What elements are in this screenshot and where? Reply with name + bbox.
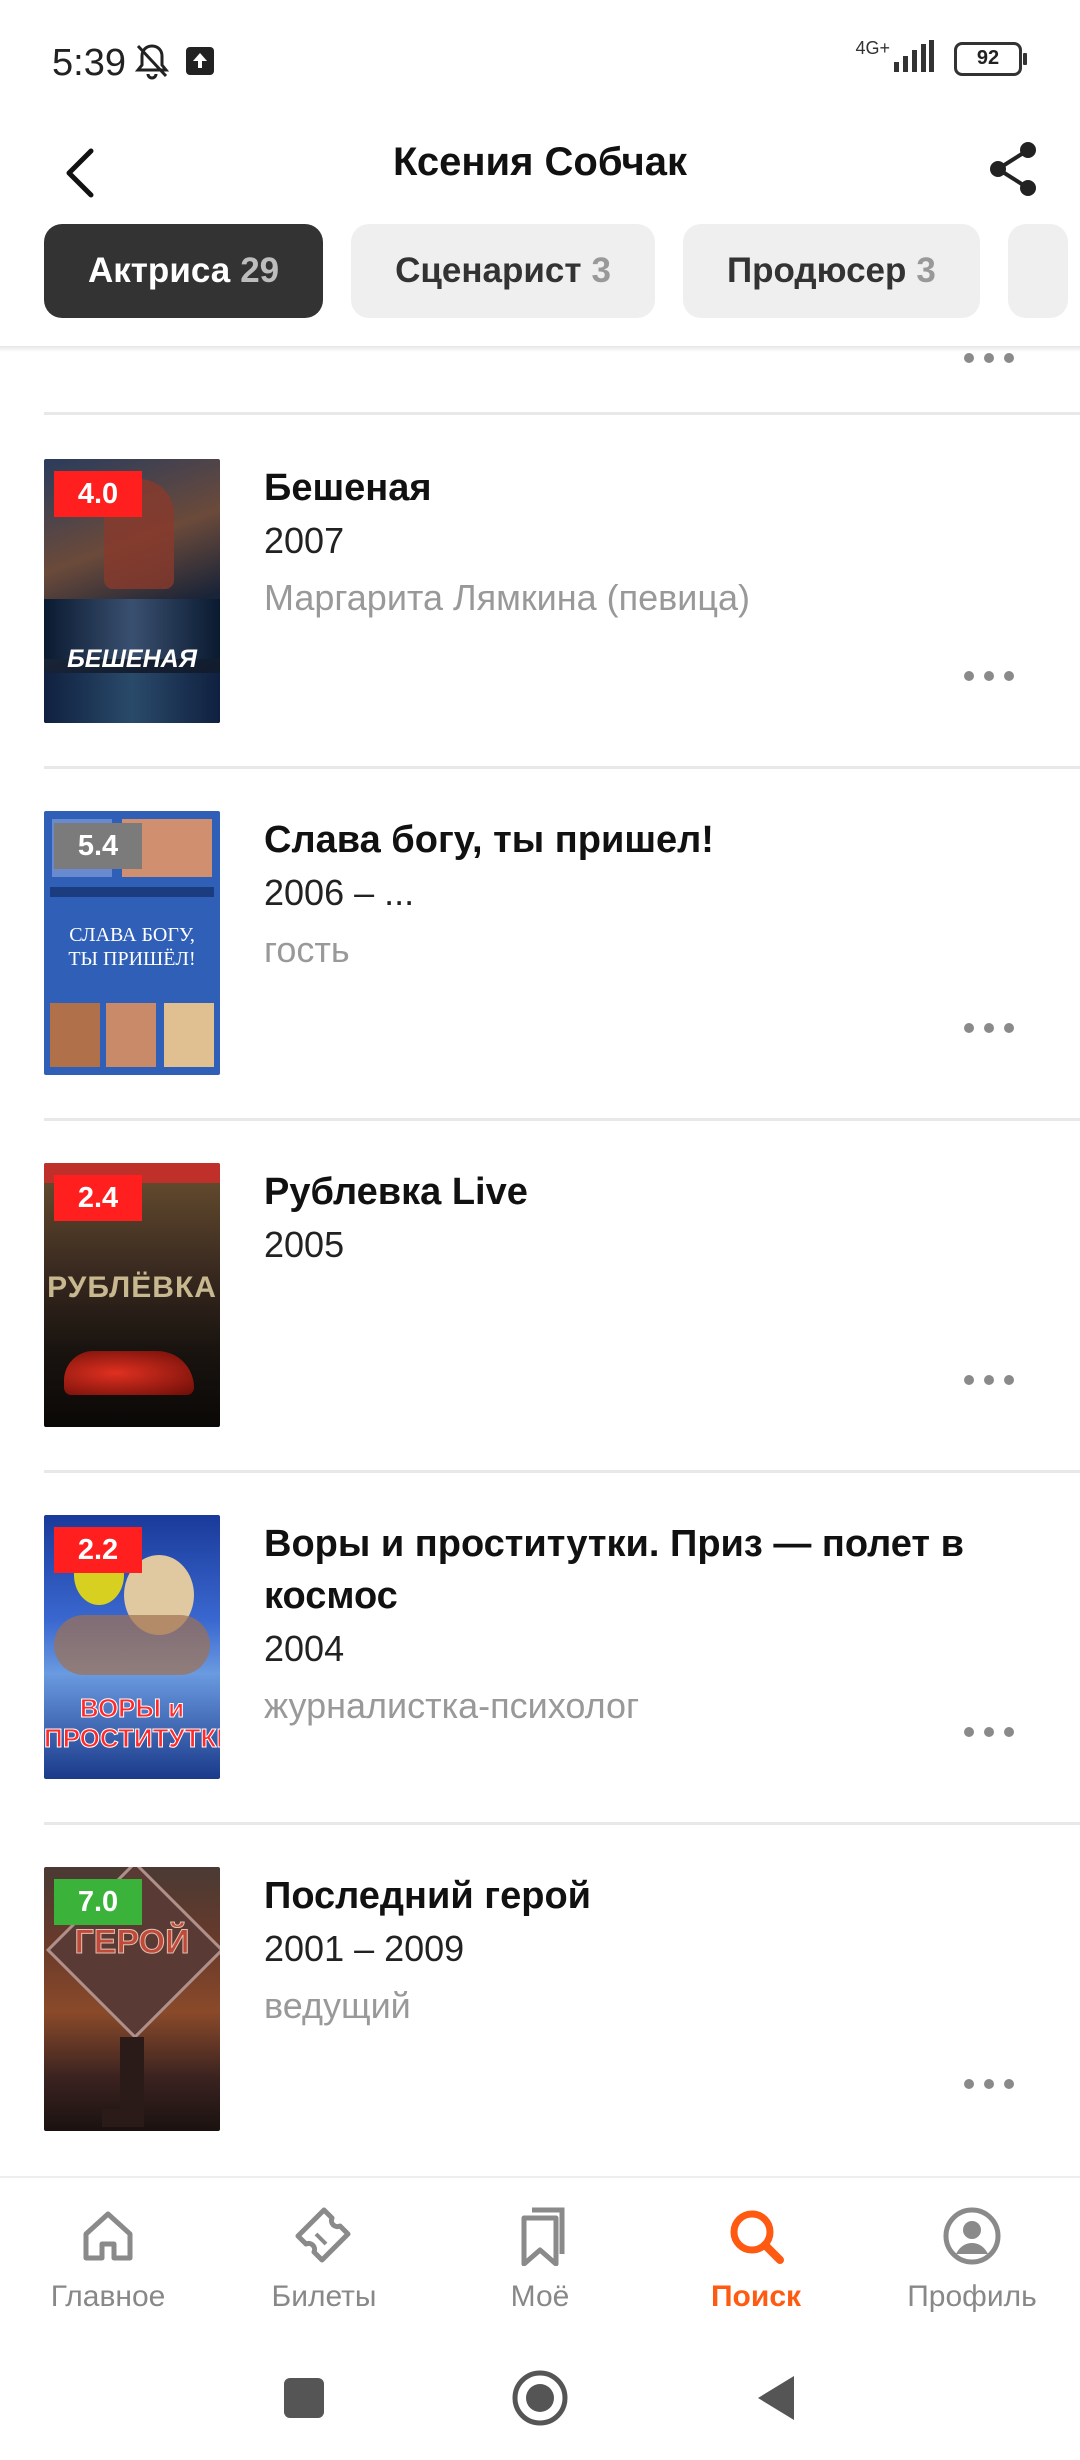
system-nav-bar xyxy=(0,2336,1080,2460)
bottom-nav: Главное Билеты Моё Поиск Профиль xyxy=(0,2176,1080,2338)
film-title: Последний герой xyxy=(264,1875,592,1917)
status-time: 5:39 xyxy=(52,42,126,84)
list-item[interactable]: ГЕРОЙ 7.0 Последний герой 2001 – 2009 ве… xyxy=(0,1822,1080,2174)
tab-screenwriter[interactable]: Сценарист 3 xyxy=(351,224,655,318)
circle-icon xyxy=(512,2370,568,2426)
more-options-button[interactable] xyxy=(964,2074,1014,2094)
list-item[interactable]: РУБЛЁВКА 2.4 Рублевка Live 2005 xyxy=(0,1118,1080,1470)
battery-icon: 92 xyxy=(954,41,1027,76)
poster-image: ГЕРОЙ 7.0 xyxy=(44,1867,220,2131)
poster-image: БЕШЕНАЯ 4.0 xyxy=(44,459,220,723)
film-year: 2005 xyxy=(264,1224,345,1265)
home-icon xyxy=(76,2204,140,2268)
more-options-button[interactable] xyxy=(964,348,1014,368)
list-item[interactable]: СЛАВА БОГУ, ТЫ ПРИШЁЛ! 5.4 Слава богу, т… xyxy=(0,766,1080,1118)
profile-icon xyxy=(940,2204,1004,2268)
tab-producer[interactable]: Продюсер 3 xyxy=(682,224,980,318)
poster-image: СЛАВА БОГУ, ТЫ ПРИШЁЛ! 5.4 xyxy=(44,811,220,1075)
rating-badge: 7.0 xyxy=(54,1879,142,1925)
film-year: 2007 xyxy=(264,520,345,561)
more-options-button[interactable] xyxy=(964,1018,1014,1038)
share-button[interactable] xyxy=(978,134,1048,204)
poster-image: ВОРЫ и ПРОСТИТУТКИ 2.2 xyxy=(44,1515,220,1779)
tab-more[interactable] xyxy=(1007,224,1068,318)
bookmark-icon xyxy=(508,2204,572,2268)
tab-label: Актриса xyxy=(88,251,231,290)
film-role: Маргарита Лямкина (певица) xyxy=(264,577,751,618)
nav-item-tickets[interactable]: Билеты xyxy=(216,2204,432,2314)
more-options-button[interactable] xyxy=(964,1370,1014,1390)
nav-item-home[interactable]: Главное xyxy=(0,2204,216,2314)
film-info: Воры и проститутки. Приз — полет в космо… xyxy=(264,1518,1020,1736)
nav-item-mine[interactable]: Моё xyxy=(432,2204,648,2314)
film-info: Бешеная 2007 Маргарита Лямкина (певица) xyxy=(264,462,1020,628)
film-role: гость xyxy=(264,929,350,970)
rating-badge: 5.4 xyxy=(54,823,142,869)
triangle-back-icon xyxy=(758,2376,794,2420)
header-shadow xyxy=(0,346,1080,352)
film-title: Рублевка Live xyxy=(264,1171,528,1213)
share-icon xyxy=(990,142,1036,196)
rating-badge: 2.2 xyxy=(54,1527,142,1573)
poster-title: СЛАВА БОГУ, ТЫ ПРИШЁЛ! xyxy=(68,924,196,970)
nav-item-profile[interactable]: Профиль xyxy=(864,2204,1080,2314)
tab-count: 29 xyxy=(240,251,280,290)
list-item[interactable]: ВОРЫ и ПРОСТИТУТКИ 2.2 Воры и проститутк… xyxy=(0,1470,1080,1822)
signal-icon xyxy=(894,40,934,77)
recents-button[interactable] xyxy=(272,2366,336,2430)
header: Ксения Собчак xyxy=(0,120,1080,230)
rating-badge: 2.4 xyxy=(54,1175,142,1221)
page-title: Ксения Собчак xyxy=(392,140,688,184)
film-year: 2004 xyxy=(264,1628,345,1669)
search-icon xyxy=(724,2204,788,2268)
nav-label: Профиль xyxy=(907,2280,1037,2313)
film-title: Воры и проститутки. Приз — полет в космо… xyxy=(264,1523,964,1617)
rating-badge: 4.0 xyxy=(54,471,142,517)
tab-count: 3 xyxy=(916,251,936,290)
nav-label: Моё xyxy=(510,2280,570,2313)
network-label: 4G+ xyxy=(855,38,890,58)
film-year: 2006 – ... xyxy=(264,872,415,913)
role-tabs: Актриса 29 Сценарист 3 Продюсер 3 xyxy=(44,224,1068,318)
home-system-button[interactable] xyxy=(508,2366,572,2430)
poster-title: ГЕРОЙ xyxy=(74,1923,190,1962)
film-role: ведущий xyxy=(264,1985,411,2026)
nav-item-search[interactable]: Поиск xyxy=(648,2204,864,2314)
ticket-icon xyxy=(292,2204,356,2268)
upload-icon xyxy=(184,45,216,82)
tab-label: Продюсер xyxy=(726,251,907,290)
film-role: журналистка-психолог xyxy=(264,1685,640,1726)
tab-actress[interactable]: Актриса 29 xyxy=(44,224,324,318)
film-info: Последний герой 2001 – 2009 ведущий xyxy=(264,1870,1020,2036)
more-options-button[interactable] xyxy=(964,666,1014,686)
film-year: 2001 – 2009 xyxy=(264,1928,465,1969)
bell-off-icon xyxy=(134,42,170,85)
poster-title: ВОРЫ и ПРОСТИТУТКИ xyxy=(44,1693,220,1754)
list-item[interactable]: БЕШЕНАЯ 4.0 Бешеная 2007 Маргарита Лямки… xyxy=(0,414,1080,766)
back-system-button[interactable] xyxy=(744,2366,808,2430)
film-info: Слава богу, ты пришел! 2006 – ... гость xyxy=(264,814,1020,980)
poster-image: РУБЛЁВКА 2.4 xyxy=(44,1163,220,1427)
status-bar: 5:39 4G+ 92 xyxy=(0,0,1080,120)
film-title: Слава богу, ты пришел! xyxy=(264,819,714,861)
tab-count: 3 xyxy=(591,251,611,290)
square-icon xyxy=(284,2378,324,2418)
film-title: Бешеная xyxy=(264,467,432,509)
poster-title: БЕШЕНАЯ xyxy=(67,645,197,673)
film-info: Рублевка Live 2005 xyxy=(264,1166,1020,1272)
nav-label: Главное xyxy=(50,2280,166,2313)
tab-label: Сценарист xyxy=(395,251,582,290)
more-options-button[interactable] xyxy=(964,1722,1014,1742)
nav-label: Билеты xyxy=(271,2280,377,2313)
nav-label: Поиск xyxy=(710,2280,802,2313)
poster-title: РУБЛЁВКА xyxy=(47,1271,217,1304)
